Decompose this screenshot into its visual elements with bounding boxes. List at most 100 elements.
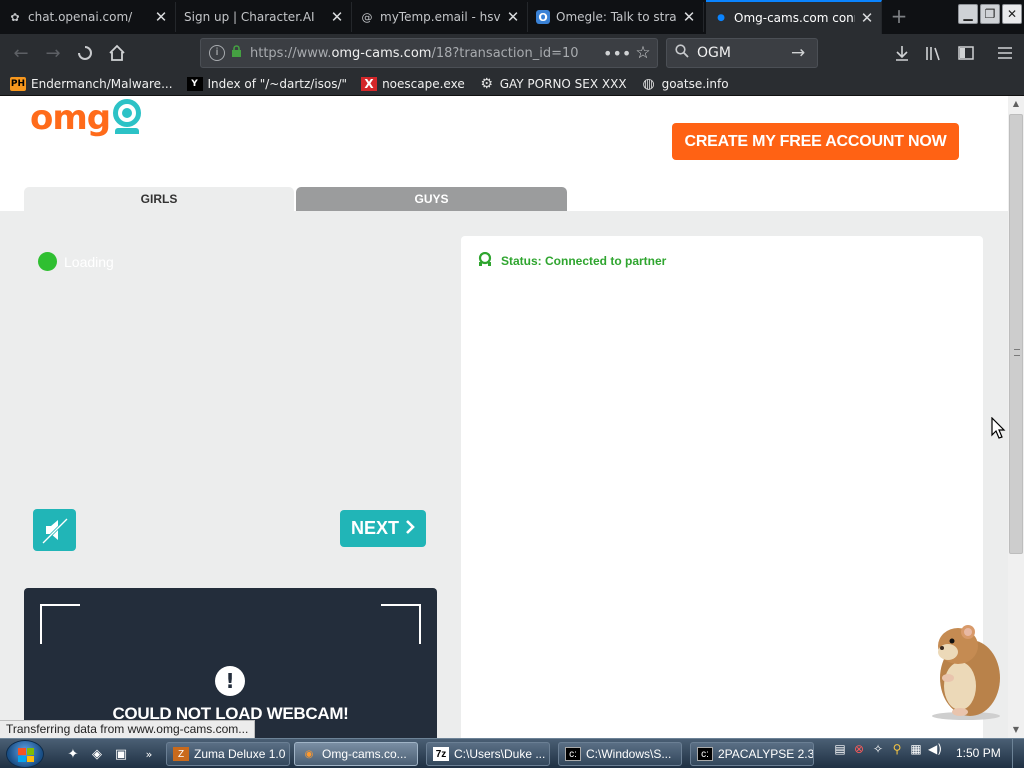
url-domain: omg-cams.com bbox=[331, 45, 432, 61]
library-icon[interactable] bbox=[922, 42, 946, 64]
bookmark-label: goatse.info bbox=[661, 76, 729, 91]
scroll-down-arrow-icon[interactable]: ▼ bbox=[1008, 722, 1024, 738]
tab-omegle[interactable]: O Omegle: Talk to stra ✕ bbox=[528, 2, 704, 32]
search-go-icon[interactable]: → bbox=[791, 43, 817, 63]
hamster-icon bbox=[932, 625, 1000, 720]
bookmark-label: Endermanch/Malware... bbox=[31, 76, 173, 91]
scrollbar-thumb[interactable] bbox=[1009, 114, 1023, 554]
speaker-muted-icon bbox=[41, 517, 68, 545]
close-icon[interactable]: ✕ bbox=[859, 9, 875, 27]
home-icon bbox=[109, 44, 125, 61]
bookmark-label: Index of "/~dartz/isos/" bbox=[207, 76, 348, 91]
address-bar[interactable]: i https://www.omg-cams.com/18?transactio… bbox=[200, 38, 658, 68]
quicklaunch-app-icon[interactable]: ✦ bbox=[64, 745, 82, 763]
quicklaunch-app-icon[interactable]: ◈ bbox=[88, 745, 106, 763]
frame-corner bbox=[381, 604, 421, 644]
tab-title: chat.openai.com/ bbox=[28, 10, 133, 24]
bookmark-star-icon[interactable]: ☆ bbox=[629, 43, 657, 63]
vertical-scrollbar[interactable]: ▲ ▼ bbox=[1008, 96, 1024, 738]
status-text: Status: Connected to partner bbox=[501, 253, 667, 268]
restore-button[interactable]: ❐ bbox=[980, 4, 1000, 24]
browser-tab-strip: ✿ chat.openai.com/ ✕ Sign up | Character… bbox=[0, 0, 1024, 34]
url-path: /18?transaction_id=10 bbox=[431, 45, 579, 61]
back-button[interactable]: ← bbox=[8, 40, 34, 66]
quicklaunch-overflow-icon[interactable]: » bbox=[140, 745, 158, 763]
cmd-icon: c: bbox=[697, 747, 713, 761]
start-button[interactable] bbox=[6, 740, 44, 768]
new-tab-button[interactable]: + bbox=[886, 4, 912, 30]
page-actions-icon[interactable]: ••• bbox=[603, 44, 631, 63]
bookmark-item[interactable]: X noescape.exe bbox=[361, 76, 465, 91]
loading-dot-icon: ● bbox=[717, 13, 725, 23]
search-input[interactable]: OGM bbox=[697, 45, 791, 61]
user-icon bbox=[477, 251, 493, 269]
taskbar-item[interactable]: c: C:\Windows\S... bbox=[558, 742, 682, 766]
lock-icon[interactable] bbox=[231, 44, 242, 62]
next-button[interactable]: NEXT bbox=[340, 510, 426, 547]
7zip-icon: 7z bbox=[433, 747, 449, 761]
taskbar-item-label: Omg-cams.co... bbox=[322, 747, 407, 761]
close-icon[interactable]: ✕ bbox=[329, 8, 345, 26]
taskbar-item[interactable]: 7z C:\Users\Duke ... bbox=[426, 742, 550, 766]
menu-icon[interactable] bbox=[993, 42, 1017, 64]
network-icon[interactable]: ▦ bbox=[908, 742, 924, 760]
windows-taskbar: ✦ ◈ ▣ » Z Zuma Deluxe 1.0 ◉ Omg-cams.co.… bbox=[0, 738, 1024, 768]
tab-girls[interactable]: GIRLS bbox=[24, 187, 294, 211]
window-controls: ▁ ❐ ✕ bbox=[958, 4, 1022, 24]
close-icon[interactable]: ✕ bbox=[505, 8, 521, 26]
url-text[interactable]: https://www.omg-cams.com/18?transaction_… bbox=[250, 46, 603, 61]
bookmark-item[interactable]: Y Index of "/~dartz/isos/" bbox=[186, 76, 348, 91]
tab-guys[interactable]: GUYS bbox=[296, 187, 567, 211]
cmd-icon: c: bbox=[565, 747, 581, 761]
tray-security-icon[interactable]: ⊗ bbox=[851, 742, 867, 760]
spinner-icon bbox=[78, 46, 92, 60]
tray-app-icon[interactable]: ✧ bbox=[870, 742, 886, 760]
taskbar-item[interactable]: Z Zuma Deluxe 1.0 bbox=[166, 742, 290, 766]
home-button[interactable] bbox=[104, 40, 130, 66]
quicklaunch-app-icon[interactable]: ▣ bbox=[112, 745, 130, 763]
minimize-button[interactable]: ▁ bbox=[958, 4, 978, 24]
create-account-button[interactable]: CREATE MY FREE ACCOUNT NOW bbox=[672, 123, 959, 160]
sidebar-icon[interactable] bbox=[954, 42, 978, 64]
openai-icon: ✿ bbox=[10, 10, 20, 24]
search-bar[interactable]: OGM → bbox=[666, 38, 818, 68]
taskbar-item[interactable]: c: 2PACALYPSE 2.3 bbox=[690, 742, 814, 766]
bookmark-item[interactable]: PH Endermanch/Malware... bbox=[10, 76, 173, 91]
tab-title: Omg-cams.com conn bbox=[734, 11, 855, 25]
frame-corner bbox=[40, 604, 80, 644]
bookmark-item[interactable]: ◍ goatse.info bbox=[641, 75, 729, 92]
close-icon[interactable]: ✕ bbox=[681, 8, 697, 26]
tab-omg-cams[interactable]: ● Omg-cams.com conn ✕ bbox=[706, 0, 882, 34]
status-dot-icon bbox=[38, 252, 57, 271]
tab-title: Omegle: Talk to stra bbox=[556, 10, 677, 24]
site-logo[interactable]: omg bbox=[30, 98, 145, 138]
windows-logo-icon bbox=[18, 748, 34, 762]
tray-search-icon[interactable]: ⚲ bbox=[889, 742, 905, 760]
tab-character-ai[interactable]: Sign up | Character.AI ✕ bbox=[176, 2, 352, 32]
taskbar-item[interactable]: ◉ Omg-cams.co... bbox=[294, 742, 418, 766]
stop-loading-button[interactable] bbox=[72, 40, 98, 66]
browser-status-bar: Transferring data from www.omg-cams.com.… bbox=[0, 720, 256, 738]
taskbar-clock[interactable]: 1:50 PM bbox=[956, 746, 1001, 760]
volume-icon[interactable]: ◀) bbox=[927, 742, 943, 760]
at-icon: @ bbox=[361, 10, 373, 24]
tab-mytemp-email[interactable]: @ myTemp.email - hsv ✕ bbox=[352, 2, 528, 32]
tray-app-icon[interactable]: ▤ bbox=[832, 742, 848, 760]
info-icon[interactable]: i bbox=[209, 45, 225, 61]
tab-chat-openai[interactable]: ✿ chat.openai.com/ ✕ bbox=[0, 2, 176, 32]
globe-icon: ◍ bbox=[642, 75, 655, 92]
close-window-button[interactable]: ✕ bbox=[1002, 4, 1022, 24]
show-desktop-button[interactable] bbox=[1012, 739, 1024, 768]
forward-button[interactable]: → bbox=[40, 40, 66, 66]
bookmark-item[interactable]: ⚙ GAY PORNO SEX XXX bbox=[479, 75, 626, 92]
gear-icon: ⚙ bbox=[480, 75, 493, 92]
exclamation-icon: ! bbox=[215, 666, 245, 696]
scroll-up-arrow-icon[interactable]: ▲ bbox=[1008, 96, 1024, 112]
search-icon bbox=[675, 44, 689, 62]
close-icon[interactable]: ✕ bbox=[153, 8, 169, 26]
downloads-icon[interactable] bbox=[890, 42, 914, 64]
logo-text: omg bbox=[30, 98, 111, 138]
mute-button[interactable] bbox=[33, 509, 76, 551]
next-label: NEXT bbox=[350, 518, 399, 538]
taskbar-item-label: C:\Windows\S... bbox=[586, 747, 672, 761]
